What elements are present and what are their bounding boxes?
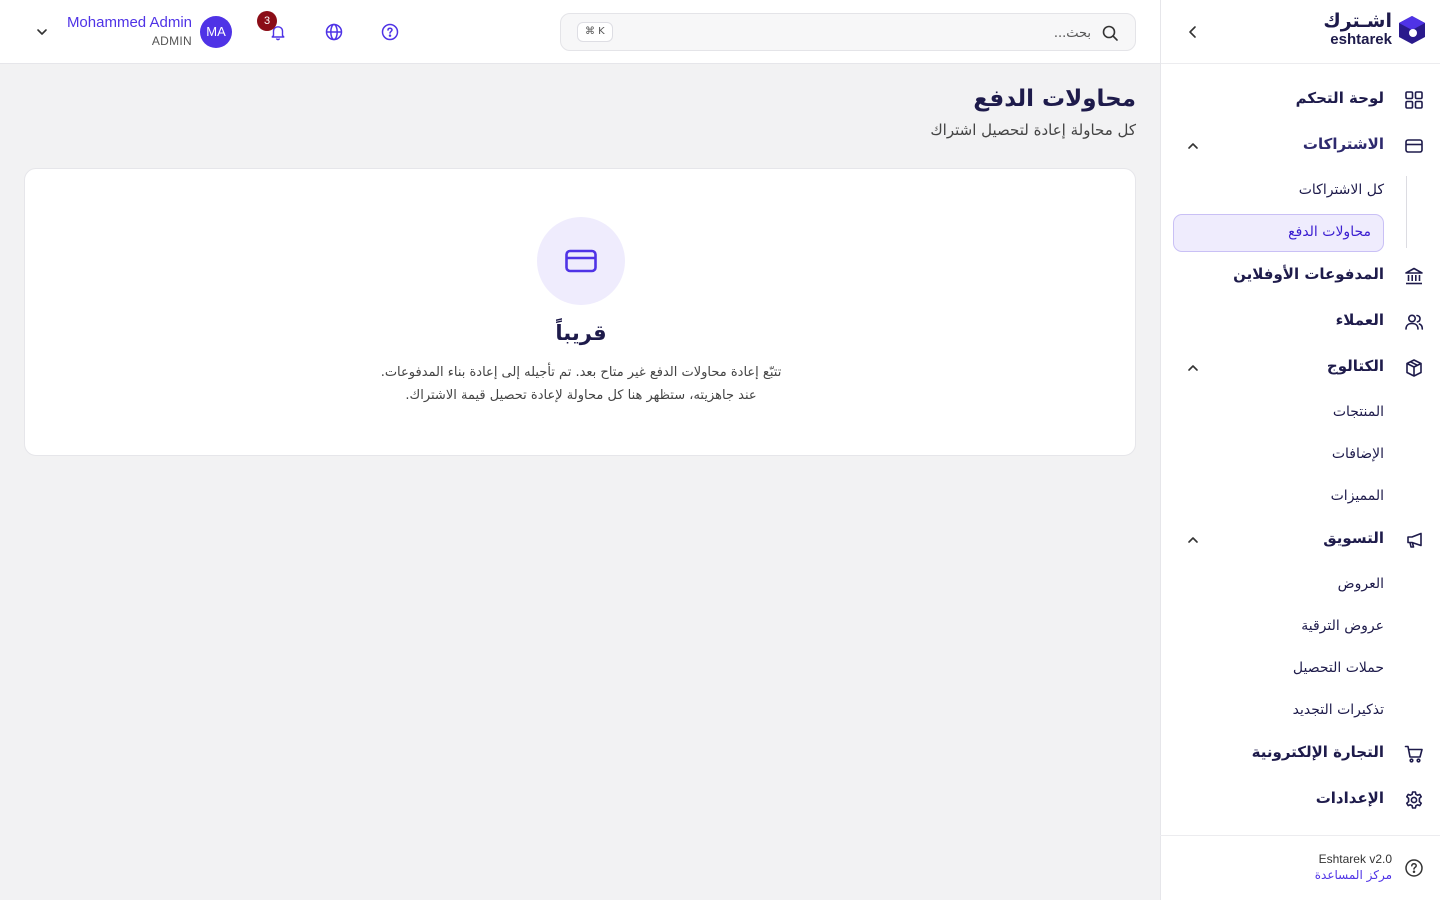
search-icon: [1101, 24, 1119, 42]
sidebar-item-label: لوحة التحكم: [1295, 89, 1384, 107]
sidebar-item-settings[interactable]: الإعدادات: [1160, 780, 1440, 820]
sidebar-subitem-collection-campaigns[interactable]: حملات التحصيل: [1293, 650, 1384, 686]
sidebar-item-label: التجارة الإلكترونية: [1251, 743, 1384, 761]
sidebar-item-marketing[interactable]: التسويق: [1160, 520, 1440, 560]
collapse-sidebar-button[interactable]: [1183, 22, 1203, 42]
shopping-cart-icon: [1404, 744, 1424, 764]
page-subtitle: كل محاولة إعادة لتحصيل اشتراك: [930, 121, 1136, 139]
sidebar: اشـترك eshtarek لوحة التحكم الاشتراكات ك…: [1160, 0, 1440, 900]
sidebar-item-label: الكتالوج: [1326, 357, 1384, 375]
brand-name-ar: اشـترك: [1323, 10, 1392, 32]
sidebar-item-label: الإعدادات: [1315, 789, 1384, 807]
sidebar-item-customers[interactable]: العملاء: [1160, 302, 1440, 342]
chevron-up-icon[interactable]: [1186, 139, 1200, 153]
credit-card-icon: [1404, 136, 1424, 156]
empty-state-icon-circle: [537, 217, 625, 305]
page-title: محاولات الدفع: [973, 86, 1136, 112]
sidebar-subitem-all-subscriptions[interactable]: كل الاشتراكات: [1299, 172, 1384, 208]
dashboard-grid-icon: [1404, 90, 1424, 110]
chevron-left-icon: [1189, 26, 1196, 38]
search-input[interactable]: [791, 22, 1091, 44]
notification-count-badge: 3: [257, 11, 277, 31]
users-icon: [1404, 312, 1424, 332]
empty-state-description: تتبّع إعادة محاولات الدفع غير متاح بعد. …: [281, 361, 881, 407]
credit-card-icon: [563, 243, 599, 279]
empty-state-line-2: عند جاهزيته، ستظهر هنا كل محاولة لإعادة …: [405, 388, 757, 403]
user-name[interactable]: Mohammed Admin: [67, 14, 192, 31]
help-center-link[interactable]: مركز المساعدة: [1315, 868, 1392, 882]
sidebar-item-label: التسويق: [1323, 529, 1384, 547]
search-shortcut-hint: ⌘ K: [577, 22, 613, 42]
help-circle-icon[interactable]: [1404, 858, 1424, 878]
sidebar-subitem-offers[interactable]: العروض: [1338, 566, 1384, 602]
chevron-up-icon[interactable]: [1186, 361, 1200, 375]
top-bar: ⌘ K 3 MA Mohammed Admin ADMIN: [0, 0, 1160, 64]
empty-state-line-1: تتبّع إعادة محاولات الدفع غير متاح بعد. …: [380, 365, 782, 380]
chevron-up-icon[interactable]: [1186, 533, 1200, 547]
sidebar-item-offline-payments[interactable]: المدفوعات الأوفلاين: [1160, 256, 1440, 296]
sidebar-item-ecommerce[interactable]: التجارة الإلكترونية: [1160, 734, 1440, 774]
sidebar-item-dashboard[interactable]: لوحة التحكم: [1160, 80, 1440, 120]
brand-name-en: eshtarek: [1330, 31, 1392, 48]
chevron-down-icon[interactable]: [34, 24, 50, 40]
gear-icon: [1404, 790, 1424, 810]
sidebar-item-catalog[interactable]: الكتالوج: [1160, 348, 1440, 388]
package-icon: [1404, 358, 1424, 378]
avatar[interactable]: MA: [200, 16, 232, 48]
sidebar-subitem-features[interactable]: المميزات: [1331, 478, 1384, 514]
sidebar-header: اشـترك eshtarek: [1161, 0, 1440, 64]
sidebar-subitem-addons[interactable]: الإضافات: [1332, 436, 1384, 472]
sidebar-item-label: المدفوعات الأوفلاين: [1233, 265, 1384, 283]
sidebar-footer: Eshtarek v2.0 مركز المساعدة: [1160, 835, 1440, 900]
globe-icon[interactable]: [324, 22, 344, 42]
submenu-guide-line: [1406, 176, 1407, 248]
bank-icon: [1404, 266, 1424, 286]
search-box[interactable]: ⌘ K: [560, 13, 1136, 51]
brand-mark-icon: [1398, 15, 1426, 45]
brand-logo[interactable]: اشـترك eshtarek: [1323, 12, 1426, 47]
sidebar-subitem-renewal-reminders[interactable]: تذكيرات التجديد: [1293, 692, 1384, 728]
sidebar-subitem-payment-attempts[interactable]: محاولات الدفع: [1173, 214, 1384, 252]
megaphone-icon: [1404, 530, 1424, 550]
empty-state-card: قريباً تتبّع إعادة محاولات الدفع غير متا…: [24, 168, 1136, 456]
app-version: Eshtarek v2.0: [1318, 852, 1392, 866]
sidebar-subitem-products[interactable]: المنتجات: [1333, 394, 1384, 430]
help-icon[interactable]: [380, 22, 400, 42]
sidebar-item-subscriptions[interactable]: الاشتراكات: [1160, 126, 1440, 166]
sidebar-item-label: العملاء: [1335, 311, 1384, 329]
empty-state-title: قريباً: [555, 321, 607, 345]
user-role: ADMIN: [151, 34, 192, 48]
sidebar-item-label: الاشتراكات: [1302, 135, 1384, 153]
sidebar-subitem-upgrade-offers[interactable]: عروض الترقية: [1301, 608, 1384, 644]
